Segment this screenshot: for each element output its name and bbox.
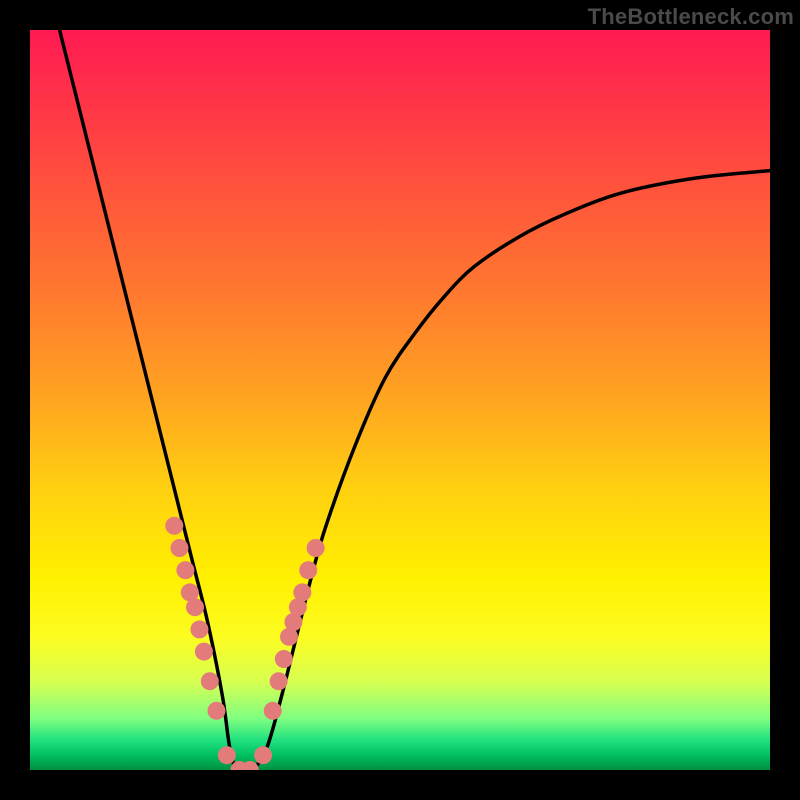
curve-marker: [207, 702, 225, 720]
curve-marker: [201, 672, 219, 690]
curve-marker: [176, 561, 194, 579]
curve-marker: [165, 517, 183, 535]
curve-marker: [275, 650, 293, 668]
curve-marker: [195, 643, 213, 661]
curve-marker: [218, 746, 236, 764]
curve-marker: [293, 583, 311, 601]
bottleneck-curve: [60, 30, 770, 770]
chart-frame: TheBottleneck.com: [0, 0, 800, 800]
attribution-label: TheBottleneck.com: [588, 4, 794, 30]
curve-marker: [299, 561, 317, 579]
curve-marker: [186, 598, 204, 616]
curve-marker: [264, 702, 282, 720]
curve-marker: [254, 746, 272, 764]
curve-marker: [270, 672, 288, 690]
curve-marker: [190, 620, 208, 638]
curve-marker: [307, 539, 325, 557]
curve-marker: [170, 539, 188, 557]
plot-area: [30, 30, 770, 770]
curve-layer: [30, 30, 770, 770]
